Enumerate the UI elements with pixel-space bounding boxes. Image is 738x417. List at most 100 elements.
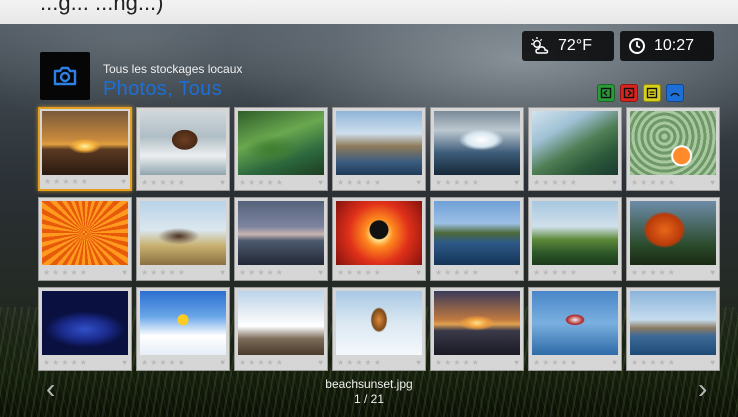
heart-icon[interactable]: ♥ <box>121 176 126 187</box>
heart-icon[interactable]: ♥ <box>122 267 127 278</box>
photo-tile[interactable]: ★★★★★ ♥ <box>38 287 132 371</box>
bmx-rider-photo <box>336 201 422 265</box>
heart-icon[interactable]: ♥ <box>514 357 519 368</box>
star-rating: ★★★★★ ♥ <box>43 267 127 278</box>
photo-tile[interactable]: ★★★★★ ♥ <box>136 107 230 191</box>
photo-tile[interactable]: ★★★★★ ♥ <box>234 197 328 281</box>
photo-tile[interactable]: ★★★★★ ♥ <box>234 287 328 371</box>
star-rating: ★★★★★ ♥ <box>435 357 519 368</box>
clock-widget: 10:27 <box>620 31 714 61</box>
seaplane-photo <box>532 291 618 355</box>
clock-icon <box>629 38 645 54</box>
star-rating: ★★★★★ ♥ <box>435 177 519 188</box>
partly-cloudy-icon <box>531 37 549 54</box>
star-rating: ★★★★★ ♥ <box>141 177 225 188</box>
photo-tile[interactable]: ★★★★★ ♥ <box>626 287 720 371</box>
photo-tile[interactable]: ★★★★★ ♥ <box>528 107 622 191</box>
coastal-town-photo <box>336 111 422 175</box>
beach-sunset-photo <box>42 111 128 175</box>
section-title: Photos, Tous <box>103 78 222 100</box>
star-rating: ★★★★★ ♥ <box>533 267 617 278</box>
photo-tile[interactable]: ★★★★★ ♥ <box>136 197 230 281</box>
star-rating: ★★★★★ ♥ <box>533 357 617 368</box>
green-button[interactable] <box>597 84 615 102</box>
cliffs-photo <box>532 201 618 265</box>
dial-icon <box>670 92 680 97</box>
heart-icon[interactable]: ♥ <box>710 267 715 278</box>
photo-tile[interactable]: ★★★★★ ♥ <box>38 107 132 191</box>
page-counter: 1 / 21 <box>353 392 385 406</box>
heart-icon[interactable]: ♥ <box>220 357 225 368</box>
photo-tile[interactable]: ★★★★★ ♥ <box>332 197 426 281</box>
temperature-text: 72°F <box>558 37 592 54</box>
photo-tile[interactable]: ★★★★★ ♥ <box>430 107 524 191</box>
heart-icon[interactable]: ♥ <box>318 357 323 368</box>
photo-grid: ★★★★★ ♥ ★★★★★ ♥ ★★★★★ ♥ ★★★★★ ♥ ★★★★★ ♥ ★★★★★ ♥ ★★★★… <box>38 107 720 379</box>
autumn-tree-photo <box>630 201 716 265</box>
heart-icon[interactable]: ♥ <box>318 177 323 188</box>
photo-tile[interactable]: ★★★★★ ♥ <box>38 197 132 281</box>
time-text: 10:27 <box>654 37 695 54</box>
star-rating: ★★★★★ ♥ <box>631 177 715 188</box>
heart-icon[interactable]: ♥ <box>220 177 225 188</box>
selected-filename: beachsunset.jpg <box>325 377 413 391</box>
star-rating: ★★★★★ ♥ <box>141 357 225 368</box>
heart-icon[interactable]: ♥ <box>220 267 225 278</box>
snowboarder-photo <box>140 291 226 355</box>
star-rating: ★★★★★ ♥ <box>337 177 421 188</box>
green-valley-photo <box>238 111 324 175</box>
star-rating: ★★★★★ ♥ <box>239 177 323 188</box>
top-strip: ...g... ...ng...) <box>0 0 738 24</box>
photo-tile[interactable]: ★★★★★ ♥ <box>234 107 328 191</box>
yellow-button[interactable] <box>643 84 661 102</box>
venice-photo <box>630 291 716 355</box>
heart-icon[interactable]: ♥ <box>710 177 715 188</box>
photo-tile[interactable]: ★★★★★ ♥ <box>430 287 524 371</box>
heart-icon[interactable]: ♥ <box>710 357 715 368</box>
heart-icon[interactable]: ♥ <box>416 267 421 278</box>
heart-icon[interactable]: ♥ <box>416 177 421 188</box>
star-rating: ★★★★★ ♥ <box>239 357 323 368</box>
blue-button[interactable] <box>666 84 684 102</box>
photos-category-icon <box>40 52 90 100</box>
top-fragment-text: ...g... ...ng...) <box>40 0 164 15</box>
exit-icon <box>623 87 635 99</box>
photo-tile[interactable]: ★★★★★ ♥ <box>332 107 426 191</box>
heart-icon[interactable]: ♥ <box>514 267 519 278</box>
heart-icon[interactable]: ♥ <box>612 177 617 188</box>
star-rating: ★★★★★ ♥ <box>533 177 617 188</box>
photo-tile[interactable]: ★★★★★ ♥ <box>626 107 720 191</box>
heart-icon[interactable]: ♥ <box>122 357 127 368</box>
star-rating: ★★★★★ ♥ <box>44 176 126 187</box>
heart-icon[interactable]: ♥ <box>612 357 617 368</box>
heart-icon[interactable]: ♥ <box>514 177 519 188</box>
weather-widget: 72°F <box>522 31 614 61</box>
photo-tile[interactable]: ★★★★★ ♥ <box>626 197 720 281</box>
clownfish-photo <box>630 111 716 175</box>
photo-tile[interactable]: ★★★★★ ♥ <box>136 287 230 371</box>
star-rating: ★★★★★ ♥ <box>631 267 715 278</box>
crocodile-photo <box>532 111 618 175</box>
star-rating: ★★★★★ ♥ <box>337 357 421 368</box>
lake-dusk-photo <box>238 201 324 265</box>
photo-tile[interactable]: ★★★★★ ♥ <box>528 197 622 281</box>
photo-tile[interactable]: ★★★★★ ♥ <box>332 287 426 371</box>
tiger-snow-photo <box>336 291 422 355</box>
photo-tile[interactable]: ★★★★★ ♥ <box>528 287 622 371</box>
heart-icon[interactable]: ♥ <box>416 357 421 368</box>
star-rating: ★★★★★ ♥ <box>43 357 127 368</box>
color-key-toolbar <box>597 84 684 102</box>
bear-photo <box>140 111 226 175</box>
harbor-sunset-photo <box>434 291 520 355</box>
red-button[interactable] <box>620 84 638 102</box>
enter-icon <box>600 87 612 99</box>
star-rating: ★★★★★ ♥ <box>631 357 715 368</box>
heart-icon[interactable]: ♥ <box>318 267 323 278</box>
mountain-lake-photo <box>434 201 520 265</box>
list-icon <box>646 87 658 99</box>
orange-coral-photo <box>42 201 128 265</box>
heart-icon[interactable]: ♥ <box>612 267 617 278</box>
photo-tile[interactable]: ★★★★★ ♥ <box>430 197 524 281</box>
breadcrumb-path: Tous les stockages locaux <box>103 62 243 76</box>
star-rating: ★★★★★ ♥ <box>337 267 421 278</box>
